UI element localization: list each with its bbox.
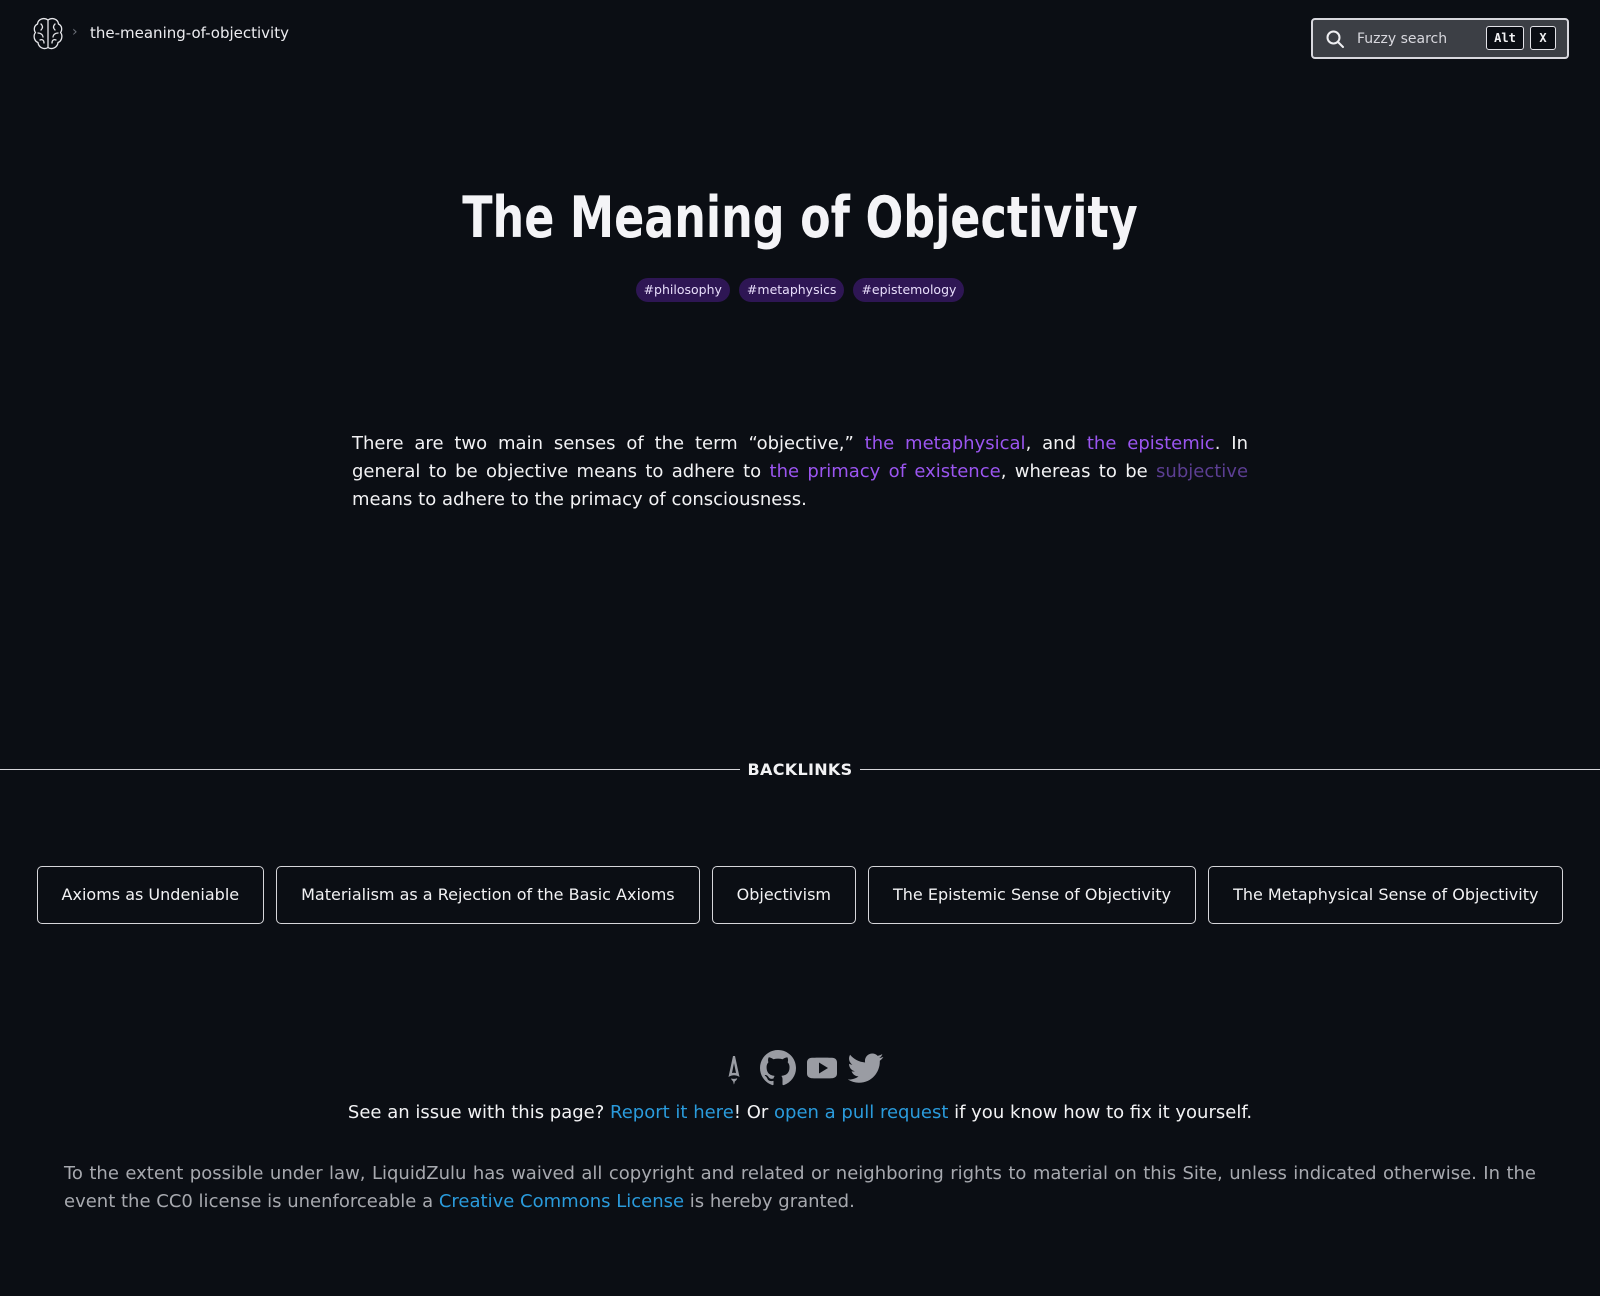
backlinks-heading: BACKLINKS: [740, 757, 860, 783]
link-subjective[interactable]: subjective: [1156, 461, 1248, 482]
pull-request-link[interactable]: open a pull request: [774, 1102, 948, 1123]
license-notice: To the extent possible under law, Liquid…: [64, 1160, 1536, 1216]
backlinks-list: Axioms as Undeniable Materialism as a Re…: [0, 866, 1600, 924]
github-icon: [760, 1050, 796, 1086]
breadcrumb-current-page[interactable]: the-meaning-of-objectivity: [90, 24, 289, 42]
social-links: [0, 1050, 1600, 1086]
backlink-axioms-as-undeniable[interactable]: Axioms as Undeniable: [36, 866, 265, 924]
brain-icon: [33, 17, 63, 50]
backlink-objectivism[interactable]: Objectivism: [711, 866, 857, 924]
tag-list: #philosophy #metaphysics #epistemology: [0, 278, 1600, 302]
article-paragraph: There are two main senses of the term “o…: [352, 430, 1248, 514]
tag-philosophy[interactable]: #philosophy: [635, 278, 730, 302]
search-box[interactable]: Alt X: [1311, 18, 1569, 59]
shortcut-key-alt: Alt: [1486, 26, 1524, 50]
paragraph-text: , whereas to be: [1000, 461, 1157, 482]
license-text: is hereby granted.: [684, 1191, 855, 1212]
link-the-metaphysical[interactable]: the metaphysical: [865, 433, 1026, 454]
link-primacy-of-existence[interactable]: the primacy of existence: [770, 461, 1001, 482]
report-text: See an issue with this page?: [347, 1102, 611, 1123]
backlink-metaphysical-sense[interactable]: The Metaphysical Sense of Objectivity: [1208, 866, 1564, 924]
tag-epistemology[interactable]: #epistemology: [853, 278, 965, 302]
paragraph-text: There are two main senses of the term “o…: [352, 433, 865, 454]
astro-icon: [728, 1056, 740, 1085]
youtube-link[interactable]: [804, 1050, 840, 1086]
backlink-epistemic-sense[interactable]: The Epistemic Sense of Objectivity: [868, 866, 1197, 924]
report-text: ! Or: [733, 1102, 774, 1123]
report-issue-text: See an issue with this page? Report it h…: [0, 1099, 1600, 1127]
paragraph-text: means to adhere to the primacy of consci…: [352, 489, 807, 510]
creative-commons-link[interactable]: Creative Commons License: [439, 1191, 684, 1212]
github-link[interactable]: [760, 1050, 796, 1086]
youtube-icon: [807, 1057, 837, 1079]
search-input[interactable]: [1357, 27, 1483, 51]
shortcut-key-x: X: [1530, 26, 1556, 50]
site-header: › the-meaning-of-objectivity Alt X: [0, 0, 1600, 76]
search-icon: [1326, 30, 1344, 48]
report-issue-link[interactable]: Report it here: [610, 1102, 734, 1123]
paragraph-text: , and: [1025, 433, 1087, 454]
breadcrumb-separator: ›: [72, 24, 78, 40]
report-text: if you know how to fix it yourself.: [948, 1102, 1253, 1123]
backlink-materialism[interactable]: Materialism as a Rejection of the Basic …: [276, 866, 700, 924]
twitter-link[interactable]: [848, 1050, 884, 1086]
page-title: The Meaning of Objectivity: [462, 185, 1138, 251]
link-the-epistemic[interactable]: the epistemic: [1087, 433, 1215, 454]
astro-link[interactable]: [716, 1050, 752, 1086]
twitter-icon: [848, 1053, 884, 1083]
tag-metaphysics[interactable]: #metaphysics: [738, 278, 845, 302]
